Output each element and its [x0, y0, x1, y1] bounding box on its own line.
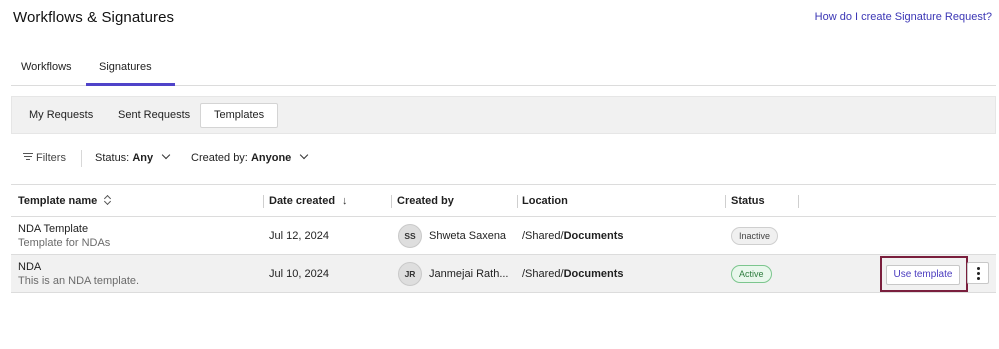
- table-header: Template name Date created ↓ Created by L…: [11, 184, 996, 217]
- subtab-templates[interactable]: Templates: [200, 103, 279, 128]
- template-name-cell: NDA Template Template for NDAs: [18, 223, 110, 249]
- status-badge: Active: [731, 265, 772, 283]
- location-folder: Documents: [563, 268, 624, 280]
- creator-name: Shweta Saxena: [429, 230, 507, 242]
- more-options-button[interactable]: [967, 262, 989, 284]
- location-folder: Documents: [563, 230, 624, 242]
- avatar: SS: [398, 224, 422, 248]
- table-row[interactable]: NDA Template Template for NDAs Jul 12, 2…: [11, 217, 996, 255]
- template-name: NDA: [18, 261, 42, 273]
- filters-button[interactable]: Filters: [23, 152, 66, 164]
- status-cell: Inactive: [731, 227, 779, 245]
- template-description: Template for NDAs: [18, 237, 111, 249]
- column-label: Date created: [269, 195, 336, 207]
- column-header-template-name[interactable]: Template name: [18, 195, 112, 207]
- date-created: Jul 10, 2024: [269, 268, 329, 280]
- tab-workflows[interactable]: Workflows: [21, 61, 72, 73]
- active-tab-indicator: [86, 83, 175, 86]
- filters-label: Filters: [36, 152, 66, 164]
- use-template-highlight: Use template: [880, 256, 968, 292]
- chevron-down-icon: [161, 150, 171, 160]
- dot: [976, 266, 980, 270]
- arrow-down-icon: ↓: [342, 195, 348, 207]
- table-row[interactable]: NDA This is an NDA template. Jul 10, 202…: [11, 255, 996, 293]
- status-filter-value: Any: [132, 152, 154, 164]
- subtab-sent-requests[interactable]: Sent Requests: [105, 103, 203, 128]
- filters-divider: [81, 150, 82, 167]
- column-divider[interactable]: [798, 195, 799, 208]
- subtab-my-requests[interactable]: My Requests: [16, 103, 106, 128]
- filters-row: Filters Status: Any Created by: Anyone: [11, 148, 996, 170]
- page-title: Workflows & Signatures: [13, 9, 175, 26]
- subtabs-bar: My Requests Sent Requests Templates: [11, 96, 996, 134]
- template-name-cell: NDA This is an NDA template.: [18, 261, 139, 287]
- location: /Shared/Documents: [522, 230, 624, 242]
- column-header-created-by[interactable]: Created by: [397, 195, 454, 207]
- created-by-filter-label: Created by:: [191, 152, 248, 164]
- created-by-filter-dropdown[interactable]: Created by: Anyone: [191, 150, 309, 164]
- location-path: /Shared/: [522, 268, 564, 280]
- template-name: NDA Template: [18, 223, 89, 235]
- column-header-status[interactable]: Status: [731, 195, 765, 207]
- filter-icon: [23, 153, 33, 160]
- status-filter-dropdown[interactable]: Status: Any: [95, 150, 171, 164]
- date-created: Jul 12, 2024: [269, 230, 329, 242]
- dot: [976, 271, 980, 275]
- avatar: JR: [398, 262, 422, 286]
- column-header-location[interactable]: Location: [522, 195, 568, 207]
- column-header-date-created[interactable]: Date created ↓: [269, 195, 348, 207]
- templates-table: Template name Date created ↓ Created by L…: [11, 184, 996, 293]
- tab-signatures[interactable]: Signatures: [99, 61, 152, 73]
- created-by-cell: JR Janmejai Rath...: [398, 262, 508, 286]
- status-badge: Inactive: [731, 227, 779, 245]
- main-tabs: Workflows Signatures: [11, 50, 996, 86]
- dot: [976, 276, 980, 280]
- column-divider[interactable]: [517, 195, 518, 208]
- sort-icon: [104, 195, 112, 205]
- template-description: This is an NDA template.: [18, 275, 140, 287]
- column-divider[interactable]: [263, 195, 264, 208]
- location: /Shared/Documents: [522, 268, 624, 280]
- created-by-filter-value: Anyone: [250, 152, 292, 164]
- location-path: /Shared/: [522, 230, 564, 242]
- status-cell: Active: [731, 265, 772, 283]
- chevron-down-icon: [300, 150, 309, 160]
- column-divider[interactable]: [391, 195, 392, 208]
- help-link[interactable]: How do I create Signature Request?: [815, 11, 992, 23]
- column-label: Template name: [18, 195, 98, 207]
- column-divider[interactable]: [725, 195, 726, 208]
- created-by-cell: SS Shweta Saxena: [398, 224, 506, 248]
- use-template-button[interactable]: Use template: [886, 265, 960, 285]
- status-filter-label: Status:: [95, 152, 130, 164]
- creator-name: Janmejai Rath...: [429, 268, 509, 280]
